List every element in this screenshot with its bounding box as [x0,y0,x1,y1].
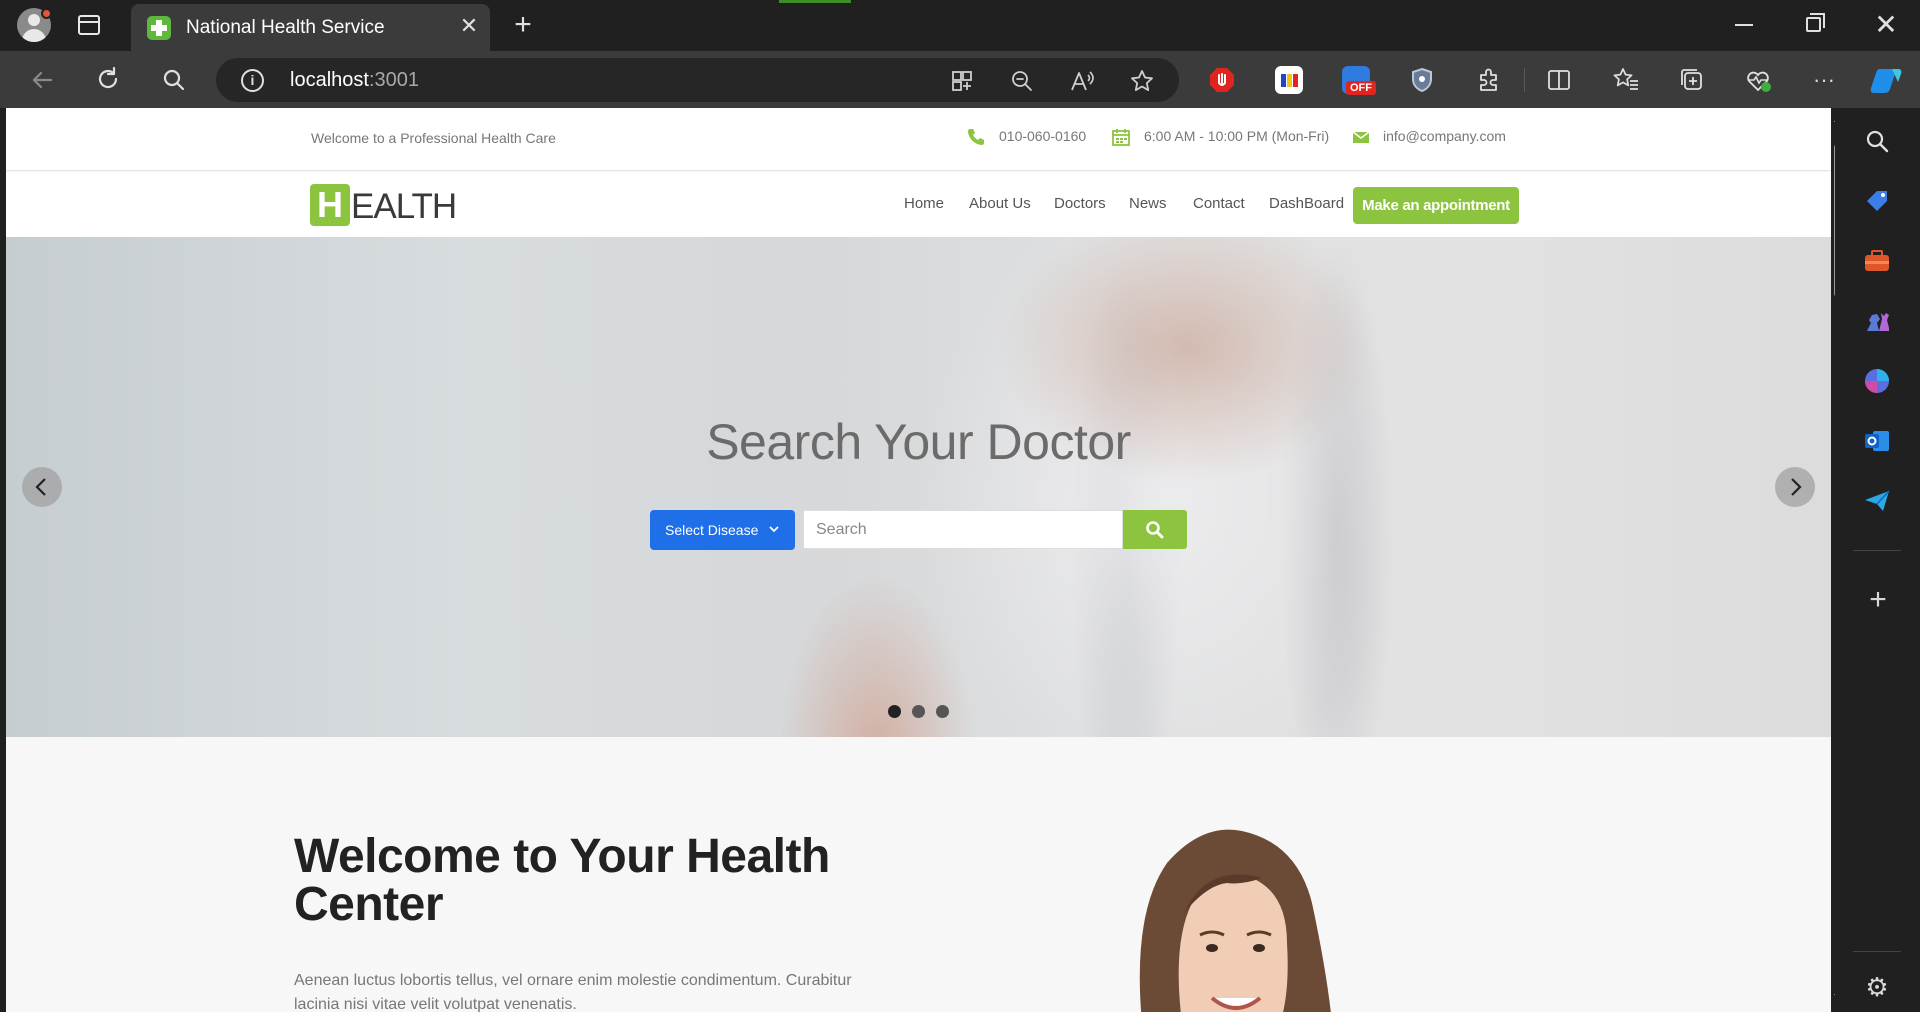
slider-dot-1[interactable] [888,705,901,718]
slider-dot-3[interactable] [936,705,949,718]
nav-link-home[interactable]: Home [904,195,944,212]
extension-off-badge: OFF [1346,81,1376,95]
color-extension-icon[interactable] [1275,66,1303,94]
sidebar-copilot-icon[interactable] [1861,365,1893,397]
profile-notification-dot [41,8,52,19]
search-icon[interactable] [159,65,189,95]
nav-link-news[interactable]: News [1129,195,1167,212]
chevron-down-icon [768,510,780,566]
logo-text: EALTH [351,187,457,226]
tab-title: National Health Service [186,17,385,38]
welcome-section: Welcome to Your Health Center Aenean luc… [6,737,1831,1012]
phone-icon [966,127,986,147]
info-icon[interactable]: i [241,69,264,92]
make-appointment-button[interactable]: Make an appointment [1353,187,1519,224]
new-tab-icon[interactable]: + [508,10,538,40]
welcome-text: Aenean luctus lobortis tellus, vel ornar… [294,972,852,1012]
sidebar-settings-gear-icon[interactable]: ⚙ [1862,972,1892,1002]
favorites-icon[interactable] [1611,65,1641,95]
zoom-out-icon[interactable] [1008,67,1036,95]
browser-toolbar: i localhost:3001 OFF ··· [0,51,1920,108]
select-disease-label: Select Disease [665,522,759,538]
browser-tab[interactable]: National Health Service ✕ [131,4,490,51]
hero-title: Search Your Doctor [706,414,1131,470]
nav-link-contact[interactable]: Contact [1193,195,1245,212]
adblock-extension-icon[interactable] [1208,66,1236,94]
toggle-extension-icon[interactable]: OFF [1342,66,1376,95]
slider-dot-2[interactable] [912,705,925,718]
site-favicon-icon [147,16,171,40]
address-bar[interactable]: i localhost:3001 [216,58,1179,102]
main-navbar: H EALTH Home About Us Doctors News Conta… [6,172,1831,237]
opening-hours: 6:00 AM - 10:00 PM (Mon-Fri) [1144,128,1330,144]
sidebar-outlook-icon[interactable] [1861,425,1893,457]
browser-sidebar: + ⚙ [1835,108,1920,1012]
sidebar-send-icon[interactable] [1861,485,1893,517]
more-icon[interactable]: ··· [1809,65,1839,95]
slider-prev-button[interactable] [22,467,62,507]
minimize-icon[interactable] [1735,24,1753,26]
sidebar-divider [1853,951,1901,952]
slider-next-button[interactable] [1775,467,1815,507]
refresh-icon[interactable] [93,65,123,95]
tab-actions-icon[interactable] [78,15,100,35]
sidebar-search-icon[interactable] [1861,125,1893,157]
nav-link-about-us[interactable]: About Us [969,195,1031,212]
window-close-icon[interactable]: ✕ [1871,10,1901,40]
split-screen-icon[interactable] [1544,65,1574,95]
search-submit-button[interactable] [1123,510,1187,549]
shield-extension-icon[interactable] [1408,66,1436,94]
woman-portrait-image [1139,829,1331,1012]
calendar-icon [1111,127,1131,147]
close-icon[interactable]: ✕ [456,13,482,39]
toolbar-divider [1524,68,1525,92]
hero-slider: Search Your Doctor Select Disease [6,237,1831,737]
copilot-icon[interactable] [1870,65,1902,95]
extensions-icon[interactable] [1473,65,1503,95]
welcome-title: Welcome to Your Health Center [294,830,830,931]
info-topbar: Welcome to a Professional Health Care 01… [6,108,1831,171]
doctor-search-input[interactable] [803,510,1123,549]
restore-icon[interactable] [1806,13,1825,32]
address-url[interactable]: localhost:3001 [290,69,419,92]
app-available-icon[interactable] [948,67,976,95]
email-link[interactable]: info@company.com [1383,128,1506,144]
welcome-tagline: Welcome to a Professional Health Care [311,130,556,146]
browser-tab-bar: National Health Service ✕ + ✕ [0,0,1920,51]
back-icon[interactable] [27,65,57,95]
sidebar-shopping-icon[interactable] [1861,185,1893,217]
favorite-star-icon[interactable] [1128,67,1156,95]
select-disease-dropdown[interactable]: Select Disease [650,510,795,550]
sidebar-games-icon[interactable] [1861,305,1893,337]
nav-link-dashboard[interactable]: DashBoard [1269,195,1344,212]
page-viewport: Welcome to a Professional Health Care 01… [6,108,1831,1012]
collections-icon[interactable] [1677,65,1707,95]
read-aloud-icon[interactable] [1068,67,1096,95]
sidebar-divider [1853,550,1901,551]
logo-initial: H [310,184,350,226]
tab-indicator [779,0,851,3]
sidebar-tools-icon[interactable] [1861,245,1893,277]
nav-link-doctors[interactable]: Doctors [1054,195,1106,212]
browser-essentials-icon[interactable] [1743,65,1773,95]
phone-number: 010-060-0160 [999,128,1087,144]
sidebar-add-icon[interactable]: + [1863,585,1893,615]
mail-icon [1351,127,1371,147]
